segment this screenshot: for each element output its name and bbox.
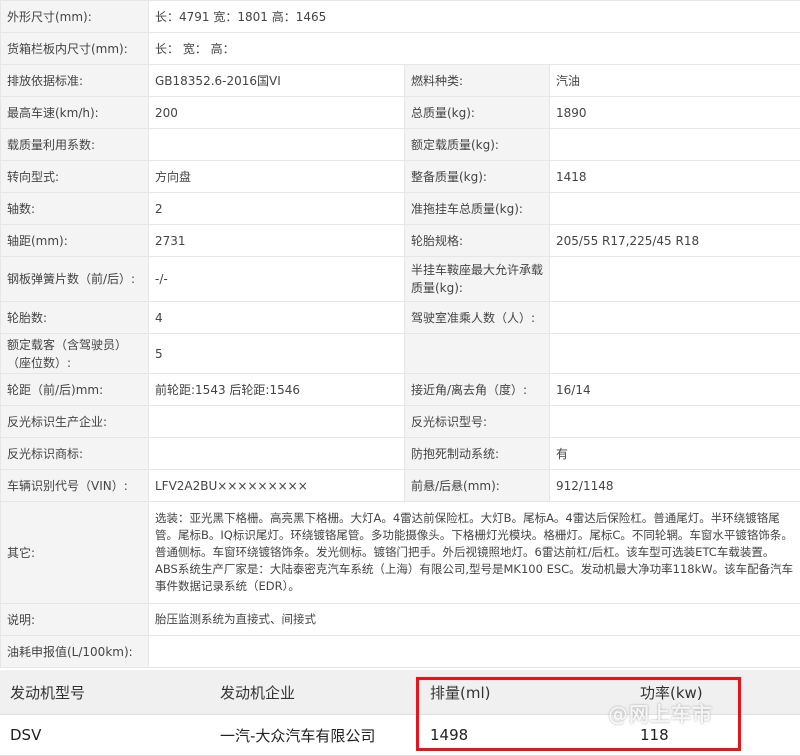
other-options-row: 其它: 选装：亚光黑下格栅。高亮黑下格栅。大灯A。4雷达前保险杠。大灯B。尾标A。…	[0, 501, 800, 604]
spec-label: 轮距（前/后)mm:	[0, 373, 149, 406]
notes-label: 说明:	[0, 603, 149, 636]
engine-header-maker: 发动机企业	[210, 670, 420, 715]
spec-row: 钢板弹簧片数（前/后）: -/- 半挂车鞍座最大允许承载质量(kg):	[0, 256, 800, 302]
spec-value: 200	[148, 96, 405, 129]
notes-text: 胎压监测系统为直接式、间接式	[147, 603, 800, 636]
spec-label: 总质量(kg):	[404, 96, 550, 129]
spec-table: 外形尺寸(mm): 长：4791 宽：1801 高：1465 货箱栏板内尺寸(mm)…	[0, 0, 800, 668]
engine-displacement: 1498	[420, 714, 630, 756]
engine-model: DSV	[0, 714, 210, 756]
spec-row: 载质量利用系数: 额定载质量(kg):	[0, 128, 800, 161]
spec-label: 整备质量(kg):	[404, 160, 550, 193]
spec-value	[548, 256, 800, 302]
spec-label: 反光标识型号:	[404, 405, 550, 438]
spec-label: 钢板弹簧片数（前/后）:	[0, 256, 149, 302]
engine-table: 发动机型号 发动机企业 排量(ml) 功率(kw) DSV 一汽-大众汽车有限公…	[0, 670, 800, 756]
spec-row: 轴数: 2 准拖挂车总质量(kg):	[0, 192, 800, 225]
spec-value	[148, 437, 405, 470]
spec-label: 额定载质量(kg):	[404, 128, 550, 161]
spec-label: 货箱栏板内尺寸(mm):	[0, 32, 149, 65]
spec-row: 反光标识生产企业: 反光标识型号:	[0, 405, 800, 438]
engine-maker: 一汽-大众汽车有限公司	[210, 714, 420, 756]
spec-label: 防抱死制动系统:	[404, 437, 550, 470]
spec-row: 轮胎数: 4 驾驶室准乘人数（人）:	[0, 301, 800, 334]
spec-label: 轮胎规格:	[404, 224, 550, 257]
engine-header-displacement: 排量(ml)	[420, 670, 630, 715]
spec-label: 前悬/后悬(mm):	[404, 469, 550, 502]
spec-label	[404, 333, 550, 374]
engine-header-model: 发动机型号	[0, 670, 210, 715]
spec-value: GB18352.6-2016国VI	[148, 64, 405, 97]
spec-label: 轮胎数:	[0, 301, 149, 334]
spec-label: 最高车速(km/h):	[0, 96, 149, 129]
spec-label: 转向型式:	[0, 160, 149, 193]
spec-value: 4	[148, 301, 405, 334]
spec-label: 半挂车鞍座最大允许承载质量(kg):	[404, 256, 550, 302]
spec-value	[148, 405, 405, 438]
spec-value: 长：4791 宽：1801 高：1465	[147, 0, 800, 33]
spec-value: 汽油	[548, 64, 800, 97]
fuel-consumption-text	[147, 635, 800, 668]
spec-value: 1418	[548, 160, 800, 193]
spec-row: 额定载客（含驾驶员）（座位数）: 5	[0, 333, 800, 374]
spec-value: 有	[548, 437, 800, 470]
spec-value: 205/55 R17,225/45 R18	[548, 224, 800, 257]
engine-header-row: 发动机型号 发动机企业 排量(ml) 功率(kw)	[0, 670, 800, 715]
fuel-consumption-label: 油耗申报值(L/100km):	[0, 635, 149, 668]
spec-value: 2	[148, 192, 405, 225]
spec-value: 方向盘	[148, 160, 405, 193]
spec-value: -/-	[148, 256, 405, 302]
spec-row: 轴距(mm): 2731 轮胎规格: 205/55 R17,225/45 R18	[0, 224, 800, 257]
notes-row: 说明: 胎压监测系统为直接式、间接式	[0, 603, 800, 636]
spec-row: 轮距（前/后)mm: 前轮距:1543 后轮距:1546 接近角/离去角（度）: 16…	[0, 373, 800, 406]
spec-label: 接近角/离去角（度）:	[404, 373, 550, 406]
spec-table-body: 外形尺寸(mm): 长：4791 宽：1801 高：1465 货箱栏板内尺寸(mm)…	[0, 0, 800, 668]
spec-value	[548, 333, 800, 374]
engine-data-row: DSV 一汽-大众汽车有限公司 1498 118	[0, 714, 800, 756]
spec-value	[548, 405, 800, 438]
spec-row: 最高车速(km/h): 200 总质量(kg): 1890	[0, 96, 800, 129]
spec-label: 额定载客（含驾驶员）（座位数）:	[0, 333, 149, 374]
spec-value	[548, 301, 800, 334]
spec-value: 2731	[148, 224, 405, 257]
spec-value: 前轮距:1543 后轮距:1546	[148, 373, 405, 406]
engine-power: 118	[630, 714, 800, 756]
spec-label: 驾驶室准乘人数（人）:	[404, 301, 550, 334]
spec-label: 外形尺寸(mm):	[0, 0, 149, 33]
other-options-text: 选装：亚光黑下格栅。高亮黑下格栅。大灯A。4雷达前保险杠。大灯B。尾标A。4雷达…	[147, 501, 800, 604]
spec-label: 反光标识商标:	[0, 437, 149, 470]
spec-row: 转向型式: 方向盘 整备质量(kg): 1418	[0, 160, 800, 193]
spec-row: 排放依据标准: GB18352.6-2016国VI 燃料种类: 汽油	[0, 64, 800, 97]
fuel-consumption-row: 油耗申报值(L/100km):	[0, 635, 800, 668]
spec-label: 反光标识生产企业:	[0, 405, 149, 438]
spec-value: 长： 宽： 高：	[147, 32, 800, 65]
spec-row: 货箱栏板内尺寸(mm): 长： 宽： 高：	[0, 32, 800, 65]
spec-label: 排放依据标准:	[0, 64, 149, 97]
spec-label: 载质量利用系数:	[0, 128, 149, 161]
other-options-label: 其它:	[0, 501, 149, 604]
spec-label: 轴距(mm):	[0, 224, 149, 257]
spec-row: 车辆识别代号（VIN）: LFV2A2BU××××××××× 前悬/后悬(mm): 9…	[0, 469, 800, 502]
spec-value	[148, 128, 405, 161]
spec-value: 912/1148	[548, 469, 800, 502]
spec-value: 16/14	[548, 373, 800, 406]
spec-label: 准拖挂车总质量(kg):	[404, 192, 550, 225]
spec-value: 1890	[548, 96, 800, 129]
spec-value	[548, 128, 800, 161]
spec-row: 外形尺寸(mm): 长：4791 宽：1801 高：1465	[0, 0, 800, 33]
spec-label: 燃料种类:	[404, 64, 550, 97]
spec-value: LFV2A2BU×××××××××	[148, 469, 405, 502]
spec-row: 反光标识商标: 防抱死制动系统: 有	[0, 437, 800, 470]
engine-header-power: 功率(kw)	[630, 670, 800, 715]
spec-label: 车辆识别代号（VIN）:	[0, 469, 149, 502]
spec-value	[548, 192, 800, 225]
spec-label: 轴数:	[0, 192, 149, 225]
spec-value: 5	[148, 333, 405, 374]
